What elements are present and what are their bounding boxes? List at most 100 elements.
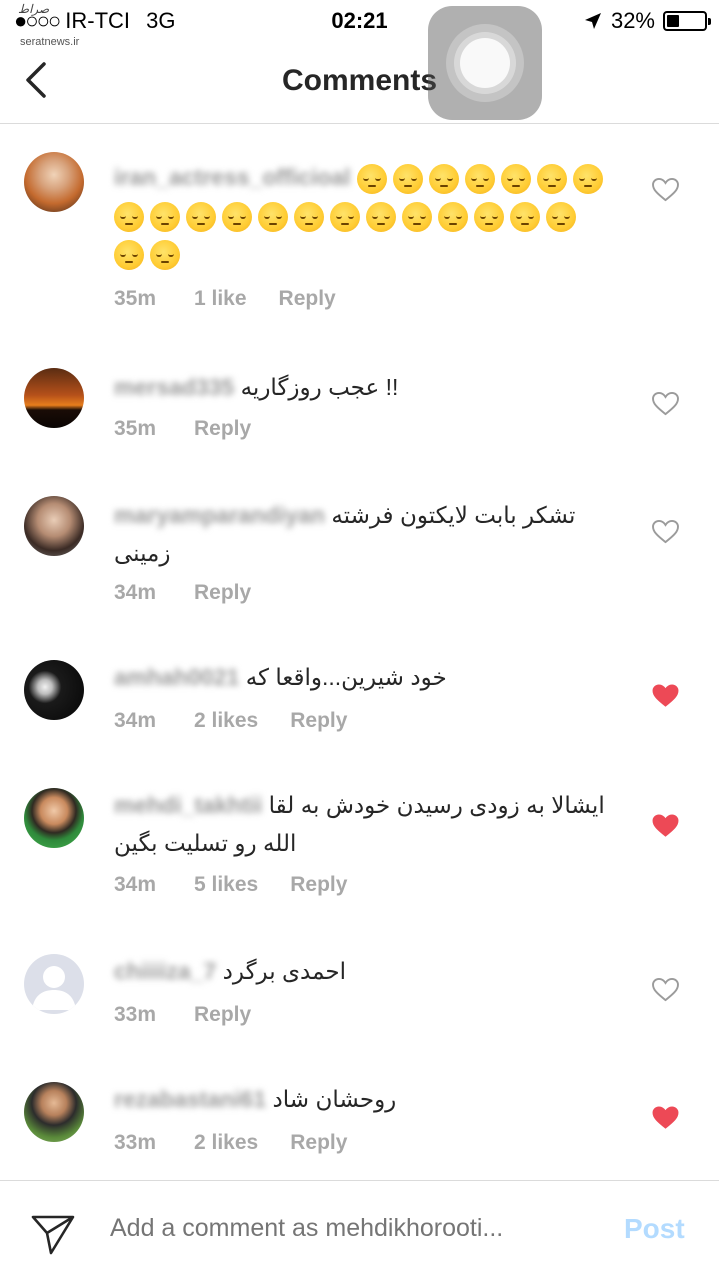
- pensive-face-emoji: [150, 201, 180, 232]
- pensive-face-emoji: [428, 163, 459, 194]
- pensive-face-emoji: [186, 201, 216, 232]
- comment-username[interactable]: mehdi_takhtii: [114, 792, 262, 818]
- avatar[interactable]: [24, 1082, 84, 1142]
- navigation-bar: Comments: [0, 40, 719, 124]
- pensive-face-emoji: [510, 201, 540, 232]
- reply-button[interactable]: Reply: [290, 709, 347, 733]
- status-right: 32%: [583, 8, 711, 34]
- comment-time: 35m: [114, 417, 157, 440]
- avatar[interactable]: [24, 660, 84, 720]
- comment-text: احمدی برگرد: [222, 958, 347, 984]
- battery-level: [667, 15, 679, 27]
- comment-time: 34m: [114, 709, 157, 732]
- pensive-face-emoji: [330, 201, 360, 232]
- avatar[interactable]: [24, 368, 84, 428]
- comment-body: iran_actress_officioal: [114, 158, 614, 272]
- reply-button[interactable]: Reply: [290, 873, 347, 897]
- pensive-face-emoji: [356, 163, 387, 194]
- comment-likes[interactable]: 5 likes: [194, 873, 258, 897]
- emoji-mouth: [475, 184, 484, 187]
- watermark-logo: صراط: [18, 2, 50, 16]
- comment-username[interactable]: chiiiiza_7: [114, 958, 216, 984]
- comment-username[interactable]: maryamparandiyan: [114, 502, 325, 528]
- comment-meta: 35m 1 like Reply: [114, 287, 336, 311]
- pensive-face-emoji: [392, 163, 423, 194]
- emoji-mouth: [125, 260, 133, 263]
- emoji-mouth: [197, 222, 205, 225]
- emoji-mouth: [305, 222, 313, 225]
- comment-username[interactable]: rezabastani61: [114, 1086, 266, 1112]
- pensive-face-emoji: [366, 201, 396, 232]
- avatar[interactable]: [24, 788, 84, 848]
- comment-text: خود شیرین...واقعا که: [245, 664, 447, 690]
- pensive-face-emoji: [500, 163, 531, 194]
- comment-likes[interactable]: 1 like: [194, 287, 247, 311]
- reply-button[interactable]: Reply: [290, 1131, 347, 1155]
- emoji-mouth: [269, 222, 277, 225]
- comment-body: mersad335 عجب روزگاریه !!: [114, 368, 614, 406]
- comment-body: mehdi_takhtii ایشالا به زودی رسیدن خودش …: [114, 786, 614, 862]
- heart-icon[interactable]: [652, 978, 679, 1002]
- heart-icon[interactable]: [652, 814, 679, 838]
- comment-meta: 34m 5 likes Reply: [114, 873, 347, 897]
- status-bar: ●○○○ IR-TCI 3G 02:21 32%: [0, 0, 719, 40]
- avatar[interactable]: [24, 496, 84, 556]
- comment-text: عجب روزگاریه !!: [240, 374, 399, 400]
- reply-button[interactable]: Reply: [194, 417, 251, 441]
- reply-button[interactable]: Reply: [194, 581, 251, 605]
- comment-meta: 33m Reply: [114, 1003, 251, 1027]
- heart-icon[interactable]: [652, 392, 679, 416]
- battery-percent: 32%: [610, 8, 655, 33]
- emoji-mouth: [557, 222, 565, 225]
- pensive-face-emoji: [572, 163, 603, 194]
- comment-username[interactable]: mersad335: [114, 374, 234, 400]
- emoji-mouth: [413, 222, 421, 225]
- comment-username[interactable]: iran_actress_officioal: [114, 164, 351, 190]
- post-button[interactable]: Post: [624, 1213, 685, 1245]
- comment-likes[interactable]: 2 likes: [194, 1131, 258, 1155]
- pensive-face-emoji: [150, 239, 180, 270]
- emoji-mouth: [547, 184, 556, 187]
- emoji-mouth: [403, 184, 412, 187]
- assistive-touch-button[interactable]: [428, 6, 542, 120]
- comment-likes[interactable]: 2 likes: [194, 709, 258, 733]
- reply-button[interactable]: Reply: [194, 1003, 251, 1027]
- comment-body: chiiiiza_7 احمدی برگرد: [114, 952, 614, 990]
- comment-time: 34m: [114, 873, 157, 896]
- emoji-mouth: [367, 184, 376, 187]
- emoji-mouth: [511, 184, 520, 187]
- location-arrow-icon: [584, 13, 601, 29]
- assistive-touch-ring-inner: [460, 38, 510, 88]
- comment-meta: 34m Reply: [114, 581, 251, 605]
- pensive-face-emoji: [114, 239, 144, 270]
- heart-icon[interactable]: [652, 178, 679, 202]
- comment-body: rezabastani61 روحشان شاد: [114, 1080, 614, 1118]
- emoji-mouth: [485, 222, 493, 225]
- reply-button[interactable]: Reply: [279, 287, 336, 311]
- emoji-mouth: [377, 222, 385, 225]
- avatar[interactable]: [24, 152, 84, 212]
- page-title: Comments: [281, 64, 438, 97]
- heart-icon[interactable]: [652, 1106, 679, 1130]
- comment-meta: 35m Reply: [114, 417, 251, 441]
- pensive-face-emoji: [474, 201, 504, 232]
- comment-composer: Post: [0, 1180, 719, 1280]
- pensive-face-emoji: [294, 201, 324, 232]
- emoji-mouth: [341, 222, 349, 225]
- emoji-mouth: [521, 222, 529, 225]
- comment-body: amhah0021 خود شیرین...واقعا که: [114, 658, 614, 696]
- comment-username[interactable]: amhah0021: [114, 664, 239, 690]
- comment-body: maryamparandiyan تشکر بابت لایکتون فرشته…: [114, 496, 614, 572]
- heart-icon[interactable]: [652, 520, 679, 544]
- heart-icon[interactable]: [652, 684, 679, 708]
- battery-icon: [663, 11, 711, 31]
- avatar[interactable]: [24, 954, 84, 1014]
- pensive-face-emoji: [536, 163, 567, 194]
- default-user-icon: [32, 966, 76, 1010]
- emoji-mouth: [449, 222, 457, 225]
- emoji-mouth: [161, 260, 169, 263]
- pensive-face-emoji: [402, 201, 432, 232]
- direct-send-icon[interactable]: [30, 1211, 76, 1257]
- pensive-face-emoji: [114, 201, 144, 232]
- comment-input[interactable]: [110, 1214, 590, 1243]
